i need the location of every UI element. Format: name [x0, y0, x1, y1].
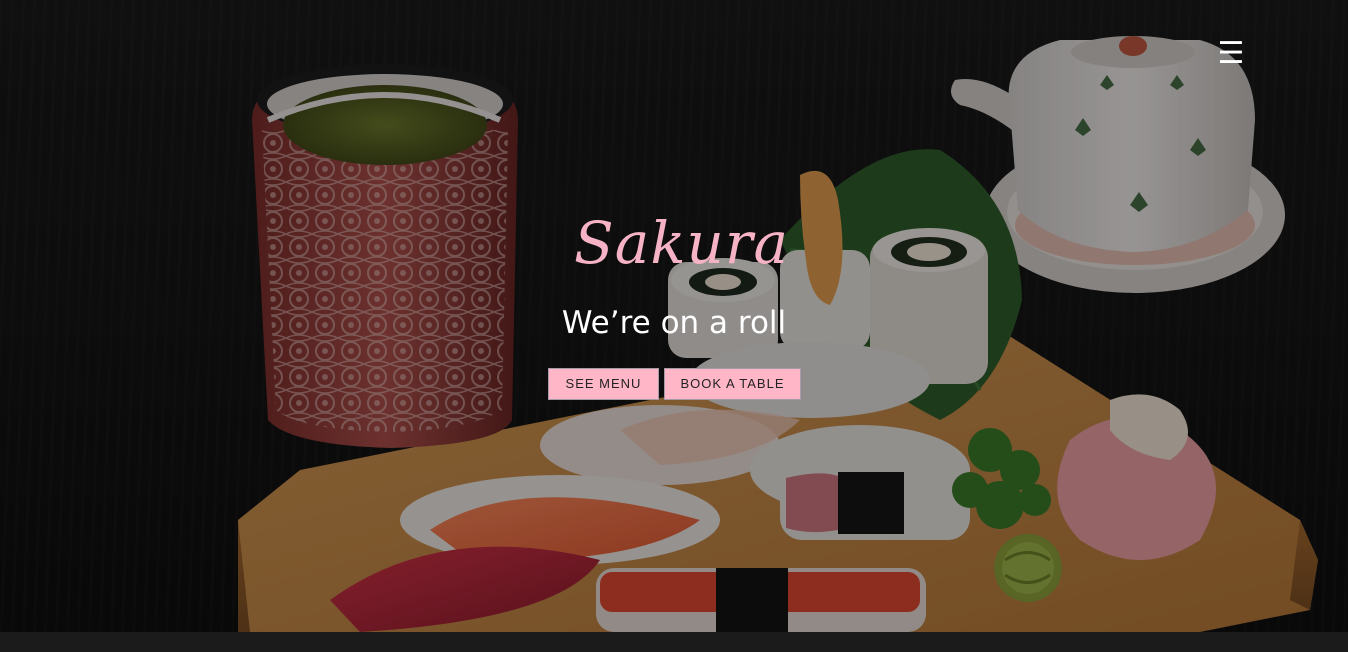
hero-section: ☰ Sakura We’re on a roll SEE MENU BOOK A…: [0, 0, 1348, 632]
see-menu-button[interactable]: SEE MENU: [548, 368, 659, 400]
book-table-button[interactable]: BOOK A TABLE: [664, 368, 801, 400]
brand-logo-text: Sakura: [574, 209, 790, 277]
hero-content: Sakura We’re on a roll SEE MENU BOOK A T…: [0, 0, 1348, 632]
hero-bottom-band: [0, 632, 1348, 652]
hero-tagline: We’re on a roll: [561, 305, 787, 341]
